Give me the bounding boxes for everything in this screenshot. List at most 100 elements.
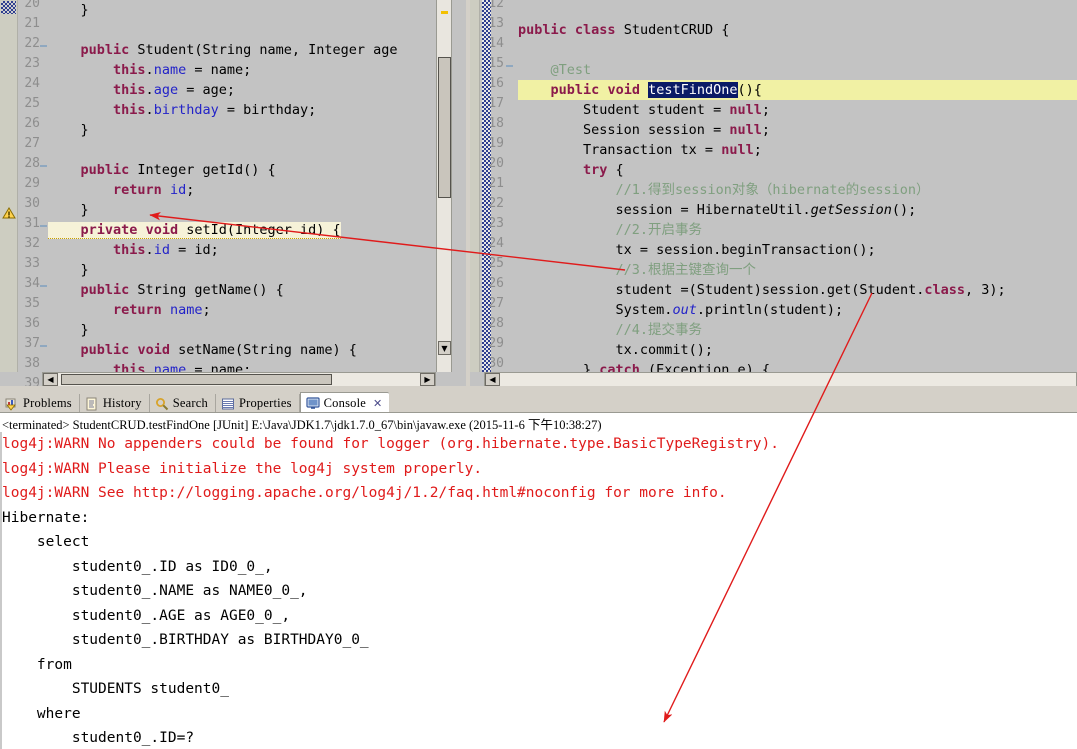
fold-collapse-icon[interactable]: [40, 285, 47, 287]
tab-console[interactable]: Console ✕: [299, 392, 390, 413]
bottom-view-stack: Problems History Search Properties Console ✕ …: [0, 390, 1077, 749]
code-line[interactable]: [48, 140, 438, 160]
code-line[interactable]: session = HibernateUtil.getSession();: [518, 200, 1077, 220]
editor-pane-student-java[interactable]: 20 21 22 23 24 25 26 27 28 29 30 31 32 33 34 35 36 37 38 39…: [0, 0, 466, 390]
code-line[interactable]: private void setId(Integer id) {: [48, 220, 438, 240]
code-line[interactable]: return name;: [48, 300, 438, 320]
code-line[interactable]: public void testFindOne(){: [518, 80, 1077, 100]
fold-collapse-icon[interactable]: [40, 345, 47, 347]
console-warning-line: log4j:WARN See http://logging.apache.org…: [2, 485, 727, 501]
history-icon: [85, 397, 99, 411]
scroll-right-arrow-icon[interactable]: ▶: [420, 373, 435, 386]
tab-history[interactable]: History: [79, 394, 150, 413]
editor-hscrollbar-left[interactable]: ◀ ▶: [42, 372, 436, 387]
line-number: 29: [24, 176, 40, 191]
line-number: 17: [488, 96, 504, 111]
line-number: 13: [488, 16, 504, 31]
code-line[interactable]: }: [48, 260, 438, 280]
view-tab-bar[interactable]: Problems History Search Properties Console ✕: [0, 392, 1077, 413]
code-line[interactable]: public Integer getId() {: [48, 160, 438, 180]
code-line[interactable]: this.name = name;: [48, 360, 438, 372]
folding-ruler-right[interactable]: [506, 0, 516, 372]
code-line[interactable]: [48, 20, 438, 40]
line-number: 19: [488, 136, 504, 151]
line-number: 33: [24, 256, 40, 271]
editor-pane-studentcrud-java[interactable]: 1213141516171819202122232425262728293031…: [470, 0, 1077, 390]
tab-properties[interactable]: Properties: [215, 394, 300, 413]
problems-icon: [5, 397, 19, 411]
code-line[interactable]: this.age = age;: [48, 80, 438, 100]
scroll-left-arrow-icon[interactable]: ◀: [485, 373, 500, 386]
code-line[interactable]: [518, 0, 1077, 20]
code-line[interactable]: System.out.println(student);: [518, 300, 1077, 320]
console-output-line: student0_.NAME as NAME0_0_,: [2, 583, 308, 599]
code-line[interactable]: //1.得到session对象（hibernate的session）: [518, 180, 1077, 200]
console-output-line: Hibernate:: [2, 509, 99, 526]
tab-search[interactable]: Search: [149, 394, 216, 413]
scroll-left-arrow-icon[interactable]: ◀: [43, 373, 58, 386]
code-line[interactable]: public void setName(String name) {: [48, 340, 438, 360]
code-line[interactable]: //3.根据主键查询一个: [518, 260, 1077, 280]
code-line[interactable]: try {: [518, 160, 1077, 180]
tab-label: Problems: [23, 396, 72, 410]
close-icon[interactable]: ✕: [373, 397, 382, 410]
fold-collapse-icon[interactable]: [40, 225, 47, 227]
line-number: 23: [488, 216, 504, 231]
code-text-right[interactable]: public class StudentCRUD { @Test public …: [518, 0, 1077, 372]
code-line[interactable]: Session session = null;: [518, 120, 1077, 140]
code-line[interactable]: tx.commit();: [518, 340, 1077, 360]
editor-hscrollbar-right[interactable]: ◀: [484, 372, 1077, 387]
search-icon: [155, 397, 169, 411]
line-number: 35: [24, 296, 40, 311]
code-line[interactable]: //2.开启事务: [518, 220, 1077, 240]
code-line[interactable]: this.name = name;: [48, 60, 438, 80]
code-line[interactable]: }: [48, 0, 438, 20]
code-line[interactable]: this.birthday = birthday;: [48, 100, 438, 120]
code-line[interactable]: return id;: [48, 180, 438, 200]
tab-label: Console: [323, 395, 367, 410]
code-text-left[interactable]: } public Student(String name, Integer ag…: [48, 0, 438, 372]
code-line[interactable]: this.id = id;: [48, 240, 438, 260]
code-line[interactable]: @Test: [518, 60, 1077, 80]
line-number: 30: [488, 356, 504, 371]
line-number: 24: [488, 236, 504, 251]
fold-collapse-icon[interactable]: [40, 165, 47, 167]
line-number: 34: [24, 276, 40, 291]
console-output-text[interactable]: log4j:WARN No appenders could be found f…: [2, 432, 1077, 749]
overview-mark-warning[interactable]: [441, 11, 448, 14]
line-number: 36: [24, 316, 40, 331]
line-number: 32: [24, 236, 40, 251]
code-line[interactable]: public String getName() {: [48, 280, 438, 300]
editor-vscrollbar-left[interactable]: ▼: [436, 0, 452, 372]
editor-hscroll-thumb-left[interactable]: [61, 374, 332, 385]
code-line[interactable]: public class StudentCRUD {: [518, 20, 1077, 40]
code-line[interactable]: Transaction tx = null;: [518, 140, 1077, 160]
tab-bar-filler: [389, 394, 1077, 413]
console-output-line: student0_.AGE as AGE0_0_,: [2, 607, 291, 624]
tab-label: Search: [172, 396, 208, 410]
console-icon: [306, 396, 320, 410]
code-line[interactable]: tx = session.beginTransaction();: [518, 240, 1077, 260]
console-launch-header: <terminated> StudentCRUD.testFindOne [JU…: [2, 418, 602, 432]
tab-problems[interactable]: Problems: [0, 394, 80, 413]
line-number: 26: [488, 276, 504, 291]
line-number: 24: [24, 76, 40, 91]
console-view[interactable]: <terminated> StudentCRUD.testFindOne [JU…: [0, 412, 1077, 749]
code-line[interactable]: [518, 40, 1077, 60]
line-number: 28: [488, 316, 504, 331]
line-number: 23: [24, 56, 40, 71]
code-line[interactable]: }: [48, 320, 438, 340]
line-number: 25: [24, 96, 40, 111]
editor-vscroll-thumb-left[interactable]: [438, 57, 451, 198]
code-line[interactable]: }: [48, 120, 438, 140]
fold-collapse-icon[interactable]: [40, 45, 47, 47]
code-line[interactable]: //4.提交事务: [518, 320, 1077, 340]
code-line[interactable]: public Student(String name, Integer age: [48, 40, 438, 60]
code-line[interactable]: } catch (Exception e) {: [518, 360, 1077, 372]
code-line[interactable]: student =(Student)session.get(Student.cl…: [518, 280, 1077, 300]
code-line[interactable]: }: [48, 200, 438, 220]
code-line[interactable]: Student student = null;: [518, 100, 1077, 120]
tab-label: History: [102, 396, 142, 410]
fold-collapse-icon[interactable]: [506, 65, 513, 67]
scroll-down-arrow-icon[interactable]: ▼: [438, 341, 451, 355]
